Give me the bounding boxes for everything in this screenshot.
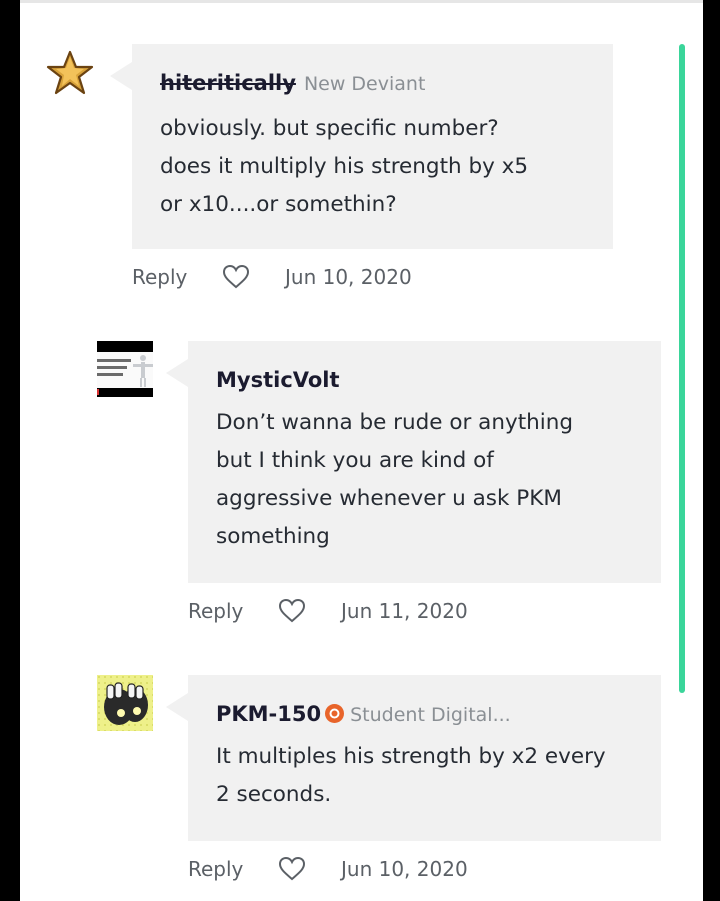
comment-date: Jun 10, 2020: [341, 857, 468, 881]
author-name[interactable]: PKM-150: [216, 702, 321, 726]
bubble-tail: [166, 693, 188, 721]
comment-text: It multiples his strength by x2 every 2 …: [216, 738, 656, 814]
comment-text-line: It multiples his strength by x2 every: [216, 744, 606, 769]
comment-actions: Reply Jun 10, 2020: [188, 855, 488, 888]
author-role: Student Digital...: [350, 704, 511, 726]
reply-button[interactable]: Reply: [188, 857, 243, 881]
comments-page: hiteritically New Deviant obviously. but …: [20, 0, 703, 901]
yellow-fists-avatar[interactable]: [97, 675, 153, 731]
comment-3: PKM-150 Student Digital... It multiples h…: [20, 0, 703, 901]
author-line: PKM-150 Student Digital...: [216, 701, 511, 728]
heart-icon[interactable]: [277, 855, 307, 888]
comment-text-line: 2 seconds.: [216, 782, 332, 807]
comment-bubble: PKM-150 Student Digital... It multiples h…: [166, 675, 661, 841]
core-badge-icon: [325, 704, 345, 723]
